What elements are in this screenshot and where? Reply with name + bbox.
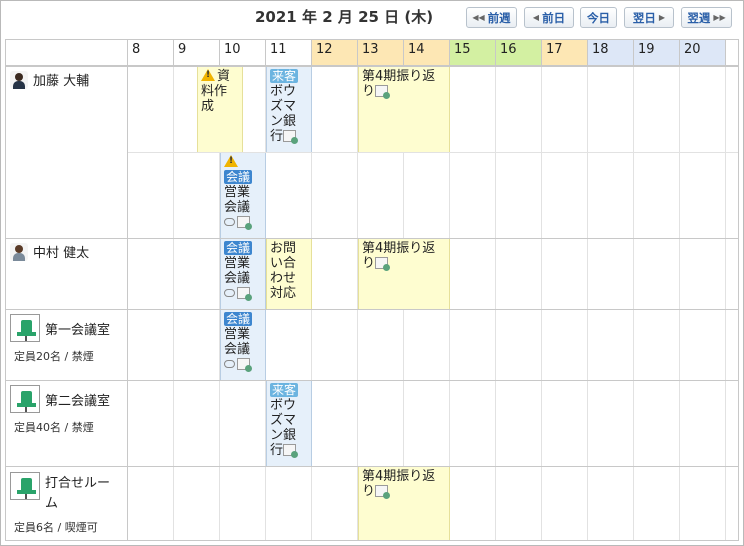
next-day-button[interactable]: 翌日 ▶ xyxy=(624,7,674,28)
left-arrow-icon: ◀ xyxy=(532,13,540,22)
name-column-header xyxy=(6,40,128,60)
hour-header-cell: 12 xyxy=(312,40,358,60)
repeat-icon xyxy=(224,289,235,297)
hour-header-cell: 13 xyxy=(358,40,404,60)
participant-icon xyxy=(283,444,299,458)
participant-icon xyxy=(283,130,299,144)
warning-icon xyxy=(224,155,238,167)
participant-icon xyxy=(237,287,252,301)
participant-icon xyxy=(375,85,391,99)
meeting-room-icon xyxy=(10,472,40,500)
user-nakamura[interactable]: 中村 健太 xyxy=(10,242,89,261)
participant-icon xyxy=(375,485,391,499)
facility-room2-detail: 定員40名 / 禁煙 xyxy=(14,421,94,434)
facility-room1[interactable]: 第一会議室 xyxy=(10,314,110,342)
event-shiryo[interactable]: 資料作成 xyxy=(197,67,243,152)
facility-room3[interactable]: 打合せルーム xyxy=(10,472,115,514)
current-date: 2021 年 2 月 25 日 (木) xyxy=(255,8,434,26)
today-button[interactable]: 今日 xyxy=(580,7,617,28)
event-visit-room2[interactable]: 来客 ボウズマン銀行 xyxy=(266,381,312,466)
hour-header-cell: 9 xyxy=(174,40,220,60)
event-meeting-room1[interactable]: 会議 営業会議 xyxy=(220,310,266,380)
event-review-room3[interactable]: 第4期振り返り xyxy=(358,467,450,540)
prev-day-button[interactable]: ◀ 前日 xyxy=(524,7,574,28)
meeting-room-icon xyxy=(10,314,40,342)
user-kato[interactable]: 加藤 大輔 xyxy=(10,70,89,89)
participant-icon xyxy=(237,216,252,230)
hour-header-cell: 19 xyxy=(634,40,680,60)
event-visit-bank[interactable]: 来客 ボウズマン銀行 xyxy=(266,67,312,152)
hour-header-cell: 18 xyxy=(588,40,634,60)
event-review-kato[interactable]: 第4期振り返り xyxy=(358,67,450,152)
event-meeting-nakamura[interactable]: 会議 営業会議 xyxy=(220,239,266,309)
double-left-arrow-icon: ◀◀ xyxy=(472,13,485,22)
hour-header-cell: 11 xyxy=(266,40,312,60)
right-arrow-icon: ▶ xyxy=(658,13,666,22)
hour-header-cell: 10 xyxy=(220,40,266,60)
prev-week-button[interactable]: ◀◀ 前週 xyxy=(466,7,517,28)
next-week-button[interactable]: 翌週 ▶▶ xyxy=(681,7,732,28)
participant-icon xyxy=(237,358,252,372)
hour-header-cell: 14 xyxy=(404,40,450,60)
user-avatar-icon xyxy=(10,242,28,261)
repeat-icon xyxy=(224,218,235,226)
facility-room3-detail: 定員6名 / 喫煙可 xyxy=(14,521,98,534)
event-meeting-kato[interactable]: 会議 営業会議 xyxy=(220,153,266,238)
visit-badge: 来客 xyxy=(270,383,299,397)
hour-header-cell: 20 xyxy=(680,40,726,60)
hour-header-cell: 15 xyxy=(450,40,496,60)
hour-header-cell: 17 xyxy=(542,40,588,60)
repeat-icon xyxy=(224,360,235,368)
visit-badge: 来客 xyxy=(270,69,299,83)
meeting-badge: 会議 xyxy=(224,312,253,326)
hour-header-cell: 8 xyxy=(128,40,174,60)
participant-icon xyxy=(375,257,391,271)
facility-room2[interactable]: 第二会議室 xyxy=(10,385,110,413)
event-toiawase[interactable]: お問い合わせ対応 xyxy=(266,239,312,309)
double-right-arrow-icon: ▶▶ xyxy=(713,13,726,22)
meeting-badge: 会議 xyxy=(224,170,253,184)
meeting-badge: 会議 xyxy=(224,241,253,255)
user-avatar-icon xyxy=(10,70,28,89)
event-review-nakamura[interactable]: 第4期振り返り xyxy=(358,239,450,309)
meeting-room-icon xyxy=(10,385,40,413)
warning-icon xyxy=(201,69,215,81)
facility-room1-detail: 定員20名 / 禁煙 xyxy=(14,350,94,363)
schedule-grid: 8 9 10 11 12 13 14 15 16 17 18 19 20 加藤 大輔 中村 健太 第一会… xyxy=(5,39,739,541)
hour-header-cell: 16 xyxy=(496,40,542,60)
